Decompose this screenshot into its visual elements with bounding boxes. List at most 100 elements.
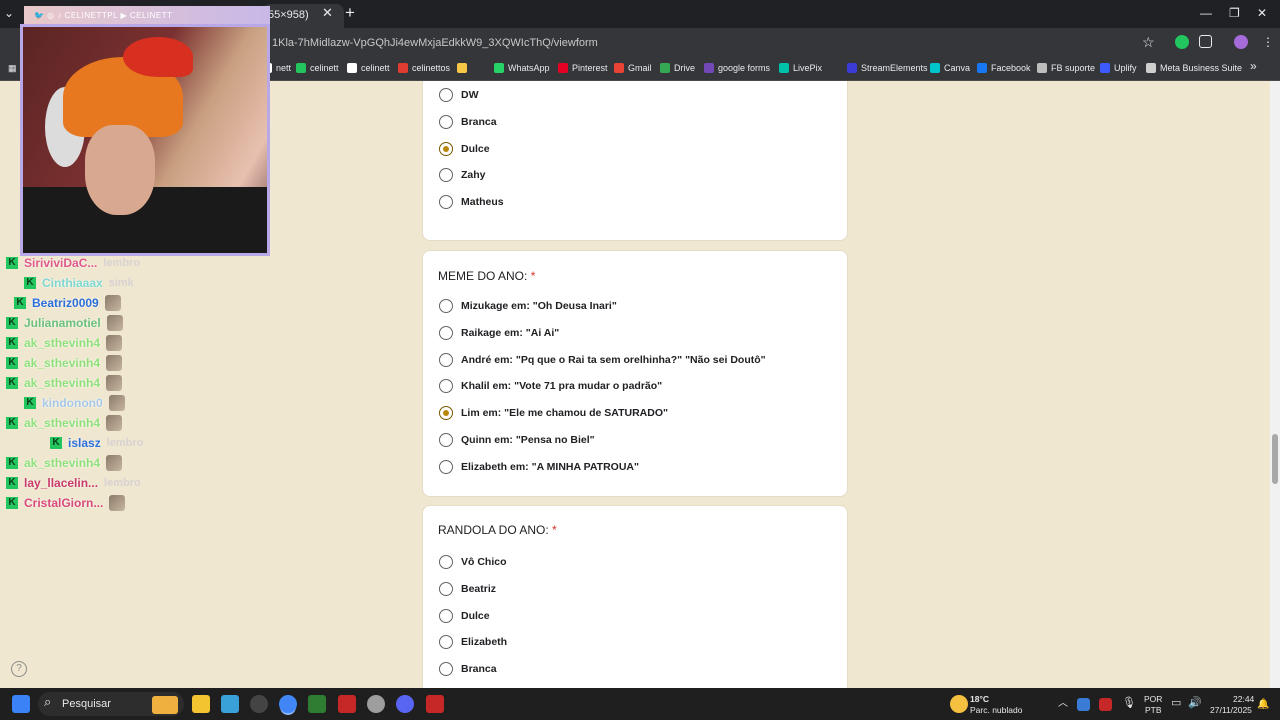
notification-icon[interactable]: 🔔 xyxy=(1257,700,1269,710)
radio-option[interactable]: Quinn em: "Pensa no Biel" xyxy=(439,431,595,449)
file-explorer-icon[interactable] xyxy=(192,695,210,713)
radio-option[interactable]: Mizukage em: "Oh Deusa Inari" xyxy=(439,297,617,315)
minimize-button[interactable]: — xyxy=(1200,6,1212,20)
radio-option[interactable]: Branca xyxy=(439,660,497,678)
radio-option[interactable]: Elizabeth xyxy=(439,633,507,651)
extensions-puzzle-icon[interactable] xyxy=(1199,35,1212,48)
radio-button[interactable] xyxy=(439,168,453,183)
bookmark-item[interactable]: Pinterest xyxy=(558,60,608,76)
bookmark-item[interactable]: celinettos xyxy=(398,60,450,76)
close-window-button[interactable]: ✕ xyxy=(1257,6,1267,20)
tray-icon[interactable] xyxy=(1077,698,1090,711)
radio-option[interactable]: Dulce xyxy=(439,140,490,158)
radio-option[interactable]: DW xyxy=(439,86,479,104)
tab-search-icon[interactable]: ⌄ xyxy=(4,6,14,20)
extension-icon[interactable] xyxy=(1175,35,1189,49)
bookmarks-more-icon[interactable]: » xyxy=(1250,59,1257,73)
bookmark-item[interactable]: Meta Business Suite xyxy=(1146,60,1242,76)
clock-time[interactable]: 22:44 xyxy=(1233,694,1254,704)
language-primary[interactable]: POR xyxy=(1144,694,1162,704)
radio-option[interactable]: André em: "Pq que o Rai ta sem orelhinha… xyxy=(439,351,766,369)
question-card-randola: RANDOLA DO ANO: * Vô Chico Beatriz Dulce El… xyxy=(422,505,848,688)
radio-button[interactable] xyxy=(439,352,453,367)
microphone-icon[interactable]: 🎙 xyxy=(1122,698,1136,709)
discord-icon[interactable] xyxy=(396,695,414,713)
bookmark-item[interactable]: celinett xyxy=(347,60,390,76)
bookmark-star-icon[interactable]: ☆ xyxy=(1142,34,1155,51)
network-icon[interactable]: ▭ xyxy=(1171,698,1181,709)
bookmark-item[interactable]: WhatsApp xyxy=(494,60,550,76)
tab-close-icon[interactable]: ✕ xyxy=(322,5,333,21)
chat-message: Kislasz lembro xyxy=(50,434,143,452)
radio-option[interactable]: Matheus xyxy=(439,193,504,211)
option-label: Branca xyxy=(461,663,497,676)
clock-date[interactable]: 27/11/2025 xyxy=(1210,705,1252,715)
radio-button[interactable] xyxy=(439,635,453,650)
radio-button[interactable] xyxy=(439,662,453,677)
radio-button-selected[interactable] xyxy=(439,406,453,421)
url-field[interactable]: 1Kla-7hMidlazw-VpGQhJi4ewMxjaEdkkW9_3XQW… xyxy=(272,36,598,50)
bookmark-item[interactable]: Facebook xyxy=(977,60,1031,76)
radio-option[interactable]: Khalil em: "Vote 71 pra mudar o padrão" xyxy=(439,377,662,395)
radio-option[interactable]: Lim em: "Ele me chamou de SATURADO" xyxy=(439,404,668,422)
radio-option[interactable]: Elizabeth em: "A MINHA PATROUA" xyxy=(439,458,639,476)
new-tab-button[interactable]: + xyxy=(345,4,355,22)
app-icon[interactable] xyxy=(426,695,444,713)
photos-icon[interactable] xyxy=(221,695,239,713)
bookmark-item[interactable]: Uplify xyxy=(1100,60,1137,76)
radio-button[interactable] xyxy=(439,433,453,447)
app-icon[interactable] xyxy=(367,695,385,713)
radio-option[interactable]: Zahy xyxy=(439,166,486,184)
radio-option[interactable]: Branca xyxy=(439,113,497,131)
radio-button[interactable] xyxy=(439,299,453,313)
bookmark-item[interactable]: Gmail xyxy=(614,60,652,76)
weather-temp: 18°C xyxy=(970,694,989,704)
chat-text: lembro xyxy=(103,257,141,269)
tab-title: 55×958) xyxy=(268,9,309,21)
radio-button[interactable] xyxy=(439,581,453,596)
scrollbar-thumb[interactable] xyxy=(1272,434,1278,484)
radio-button[interactable] xyxy=(439,114,453,129)
chat-username: Julianamotiel xyxy=(24,316,101,330)
chat-emote-icon xyxy=(106,375,123,391)
help-icon[interactable]: ? xyxy=(11,661,27,677)
bookmark-item[interactable]: Canva xyxy=(930,60,970,76)
bookmark-item[interactable] xyxy=(457,60,471,76)
apps-grid-icon[interactable]: ▦ xyxy=(8,60,17,76)
radio-option[interactable]: Beatriz xyxy=(439,580,496,598)
bookmark-item[interactable]: FB suporte xyxy=(1037,60,1095,76)
radio-button[interactable] xyxy=(439,608,453,623)
app-icon[interactable] xyxy=(338,695,356,713)
tray-icon[interactable] xyxy=(1099,698,1112,711)
maximize-button[interactable]: ❐ xyxy=(1229,6,1240,20)
bookmark-item[interactable]: LivePix xyxy=(779,60,822,76)
radio-button-selected[interactable] xyxy=(439,141,453,156)
bookmark-item[interactable]: google forms xyxy=(704,60,770,76)
bookmark-item[interactable]: StreamElements xyxy=(847,60,928,76)
radio-button[interactable] xyxy=(439,88,453,102)
bookmark-item[interactable]: celinett xyxy=(296,60,339,76)
windows-start-icon[interactable] xyxy=(12,695,30,713)
kick-badge-icon: K xyxy=(6,317,18,329)
volume-icon[interactable]: 🔊 xyxy=(1188,698,1202,709)
radio-button[interactable] xyxy=(439,555,453,569)
radio-button[interactable] xyxy=(439,459,453,474)
radio-button[interactable] xyxy=(439,195,453,210)
radio-button[interactable] xyxy=(439,379,453,394)
profile-avatar[interactable] xyxy=(1234,35,1248,49)
menu-kebab-icon[interactable]: ⋮ xyxy=(1262,35,1274,49)
page-scrollbar[interactable] xyxy=(1270,81,1280,688)
chat-text: simk xyxy=(108,277,134,289)
calculator-icon[interactable] xyxy=(308,695,326,713)
radio-option[interactable]: Raikage em: "Ai Ai" xyxy=(439,324,559,342)
bookmark-item[interactable]: Drive xyxy=(660,60,695,76)
tray-chevron-icon[interactable]: ︿ xyxy=(1058,699,1068,709)
obs-icon[interactable] xyxy=(250,695,268,713)
radio-button[interactable] xyxy=(439,325,453,340)
bookmark-favicon-icon xyxy=(660,63,670,73)
chrome-icon[interactable] xyxy=(279,695,297,713)
radio-option[interactable]: Vô Chico xyxy=(439,553,507,571)
radio-option[interactable]: Dulce xyxy=(439,607,490,625)
language-secondary[interactable]: PTB xyxy=(1145,705,1162,715)
search-highlight-icon xyxy=(152,696,178,714)
